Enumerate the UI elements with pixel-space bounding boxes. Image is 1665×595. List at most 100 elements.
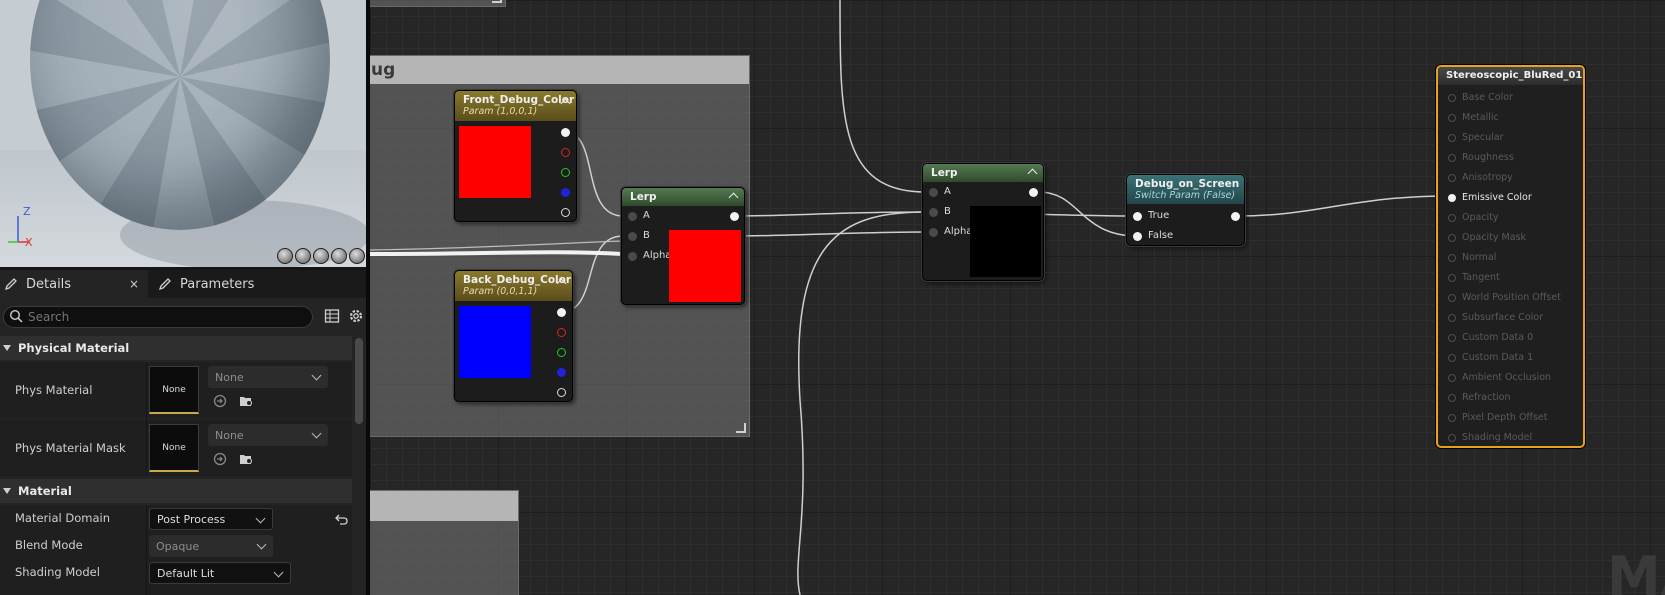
close-icon[interactable]: × [129, 277, 139, 291]
material-input-pin[interactable] [1448, 334, 1456, 342]
node-header[interactable]: Debug_on_Screen Switch Param (False) [1127, 175, 1244, 204]
input-pin-a[interactable] [929, 188, 938, 197]
material-input-pin[interactable] [1448, 274, 1456, 282]
collapse-chevron-icon[interactable] [728, 192, 739, 203]
sphere-preview-icon[interactable] [295, 248, 311, 264]
material-input-pin[interactable] [1448, 374, 1456, 382]
output-pin-rgba[interactable] [561, 128, 570, 137]
material-pin-label: Base Color [1462, 92, 1513, 103]
input-pin-a[interactable] [628, 212, 637, 221]
material-pin-label: Opacity Mask [1462, 232, 1527, 243]
input-pin-alpha[interactable] [929, 228, 938, 237]
search-box[interactable] [3, 306, 313, 328]
output-pin-a[interactable] [557, 388, 566, 397]
output-pin-b[interactable] [561, 188, 570, 197]
phys-material-dropdown[interactable]: None [208, 366, 328, 388]
material-input-pin[interactable] [1448, 354, 1456, 362]
output-pin[interactable] [730, 212, 739, 221]
material-input-pin[interactable] [1448, 434, 1456, 442]
param-node-back-debug-color[interactable]: Back_Debug_Color Param (0,0,1,1) [454, 270, 573, 402]
material-input-pin[interactable] [1448, 394, 1456, 402]
blend-mode-dropdown[interactable]: Opaque [149, 535, 273, 557]
param-node-front-debug-color[interactable]: Front_Debug_Color Param (1,0,0,1) [454, 90, 577, 222]
cylinder-preview-icon[interactable] [277, 248, 293, 264]
material-pin-label: Tangent [1462, 272, 1500, 283]
material-input-pin[interactable] [1448, 254, 1456, 262]
reset-to-default-icon[interactable] [333, 512, 349, 528]
input-pin-false[interactable] [1133, 232, 1142, 241]
preview-viewport[interactable]: Z X [0, 0, 370, 267]
output-pin-r[interactable] [561, 148, 570, 157]
section-physical-material[interactable]: Physical Material [0, 336, 352, 360]
material-input-pin[interactable] [1448, 154, 1456, 162]
input-pin-b[interactable] [628, 232, 637, 241]
input-pin-true[interactable] [1133, 212, 1142, 221]
watermark: MA [1607, 545, 1665, 595]
chevron-down-icon [255, 513, 266, 524]
pin-label-alpha: Alpha [944, 226, 973, 237]
color-swatch [459, 306, 531, 378]
collapse-chevron-icon[interactable] [1027, 168, 1038, 179]
use-selected-icon[interactable] [212, 393, 228, 409]
material-input-pin[interactable] [1448, 114, 1456, 122]
material-pin-label: Metallic [1462, 112, 1499, 123]
node-graph[interactable]: ug Front_Debug_Color Param (1,0,0,1) Bac… [370, 0, 1665, 595]
material-input-pin[interactable] [1448, 94, 1456, 102]
phys-material-value: None [215, 370, 244, 384]
material-result-node[interactable]: Stereoscopic_BluRed_01 Base Color Metalli… [1436, 65, 1585, 448]
material-pin-label: Opacity [1462, 212, 1499, 223]
shading-model-dropdown[interactable]: Default Lit [149, 562, 291, 584]
browse-asset-icon[interactable] [238, 451, 254, 467]
phys-material-mask-thumbnail[interactable]: None [149, 424, 199, 472]
gear-icon[interactable] [347, 307, 365, 325]
chevron-down-icon [273, 567, 284, 578]
details-scrollbar[interactable] [355, 338, 363, 424]
tab-details-label: Details [26, 276, 72, 292]
output-pin-r[interactable] [557, 328, 566, 337]
input-pin-b[interactable] [929, 208, 938, 217]
material-input-pin[interactable] [1448, 234, 1456, 242]
material-input-pin[interactable] [1448, 174, 1456, 182]
material-domain-dropdown[interactable]: Post Process [149, 508, 273, 530]
section-material[interactable]: Material [0, 479, 352, 503]
lerp-node-1[interactable]: Lerp A B Alpha [621, 187, 745, 305]
pin-label-false: False [1148, 230, 1174, 241]
custom-mesh-preview-icon[interactable] [349, 248, 365, 264]
phys-material-mask-dropdown[interactable]: None [208, 424, 328, 446]
cube-preview-icon[interactable] [331, 248, 347, 264]
plane-preview-icon[interactable] [313, 248, 329, 264]
output-pin[interactable] [1231, 212, 1240, 221]
material-input-pin[interactable] [1448, 194, 1456, 202]
tab-parameters[interactable]: Parameters [152, 270, 362, 298]
output-pin-b[interactable] [557, 368, 566, 377]
node-header[interactable]: Front_Debug_Color Param (1,0,0,1) [455, 91, 576, 121]
output-pin-g[interactable] [557, 348, 566, 357]
node-title: Debug_on_Screen [1135, 178, 1240, 190]
node-header[interactable]: Lerp [923, 164, 1043, 182]
output-pin-rgba[interactable] [557, 308, 566, 317]
blend-mode-label: Blend Mode [15, 538, 83, 552]
node-header[interactable]: Back_Debug_Color Param (0,0,1,1) [455, 271, 572, 301]
switch-param-node-debug-on-screen[interactable]: Debug_on_Screen Switch Param (False) Tru… [1126, 174, 1245, 246]
lerp-node-2[interactable]: Lerp A B Alpha [922, 163, 1044, 281]
material-input-pin[interactable] [1448, 314, 1456, 322]
material-input-pin[interactable] [1448, 414, 1456, 422]
output-pin[interactable] [1029, 188, 1038, 197]
tab-details[interactable]: Details [0, 270, 148, 298]
output-pin-a[interactable] [561, 208, 570, 217]
material-input-pin[interactable] [1448, 214, 1456, 222]
output-pin-g[interactable] [561, 168, 570, 177]
phys-material-thumbnail[interactable]: None [149, 366, 199, 414]
table-view-icon[interactable] [324, 308, 340, 324]
node-title: Back_Debug_Color [463, 274, 572, 286]
material-input-pin[interactable] [1448, 294, 1456, 302]
material-domain-label: Material Domain [15, 511, 110, 525]
pin-label-alpha: Alpha [643, 250, 672, 261]
material-input-pin[interactable] [1448, 134, 1456, 142]
browse-asset-icon[interactable] [238, 393, 254, 409]
input-pin-alpha[interactable] [628, 252, 637, 261]
use-selected-icon[interactable] [212, 451, 228, 467]
search-input[interactable] [28, 309, 298, 325]
node-header[interactable]: Lerp [622, 188, 744, 206]
node-header[interactable]: Stereoscopic_BluRed_01 [1438, 67, 1583, 85]
